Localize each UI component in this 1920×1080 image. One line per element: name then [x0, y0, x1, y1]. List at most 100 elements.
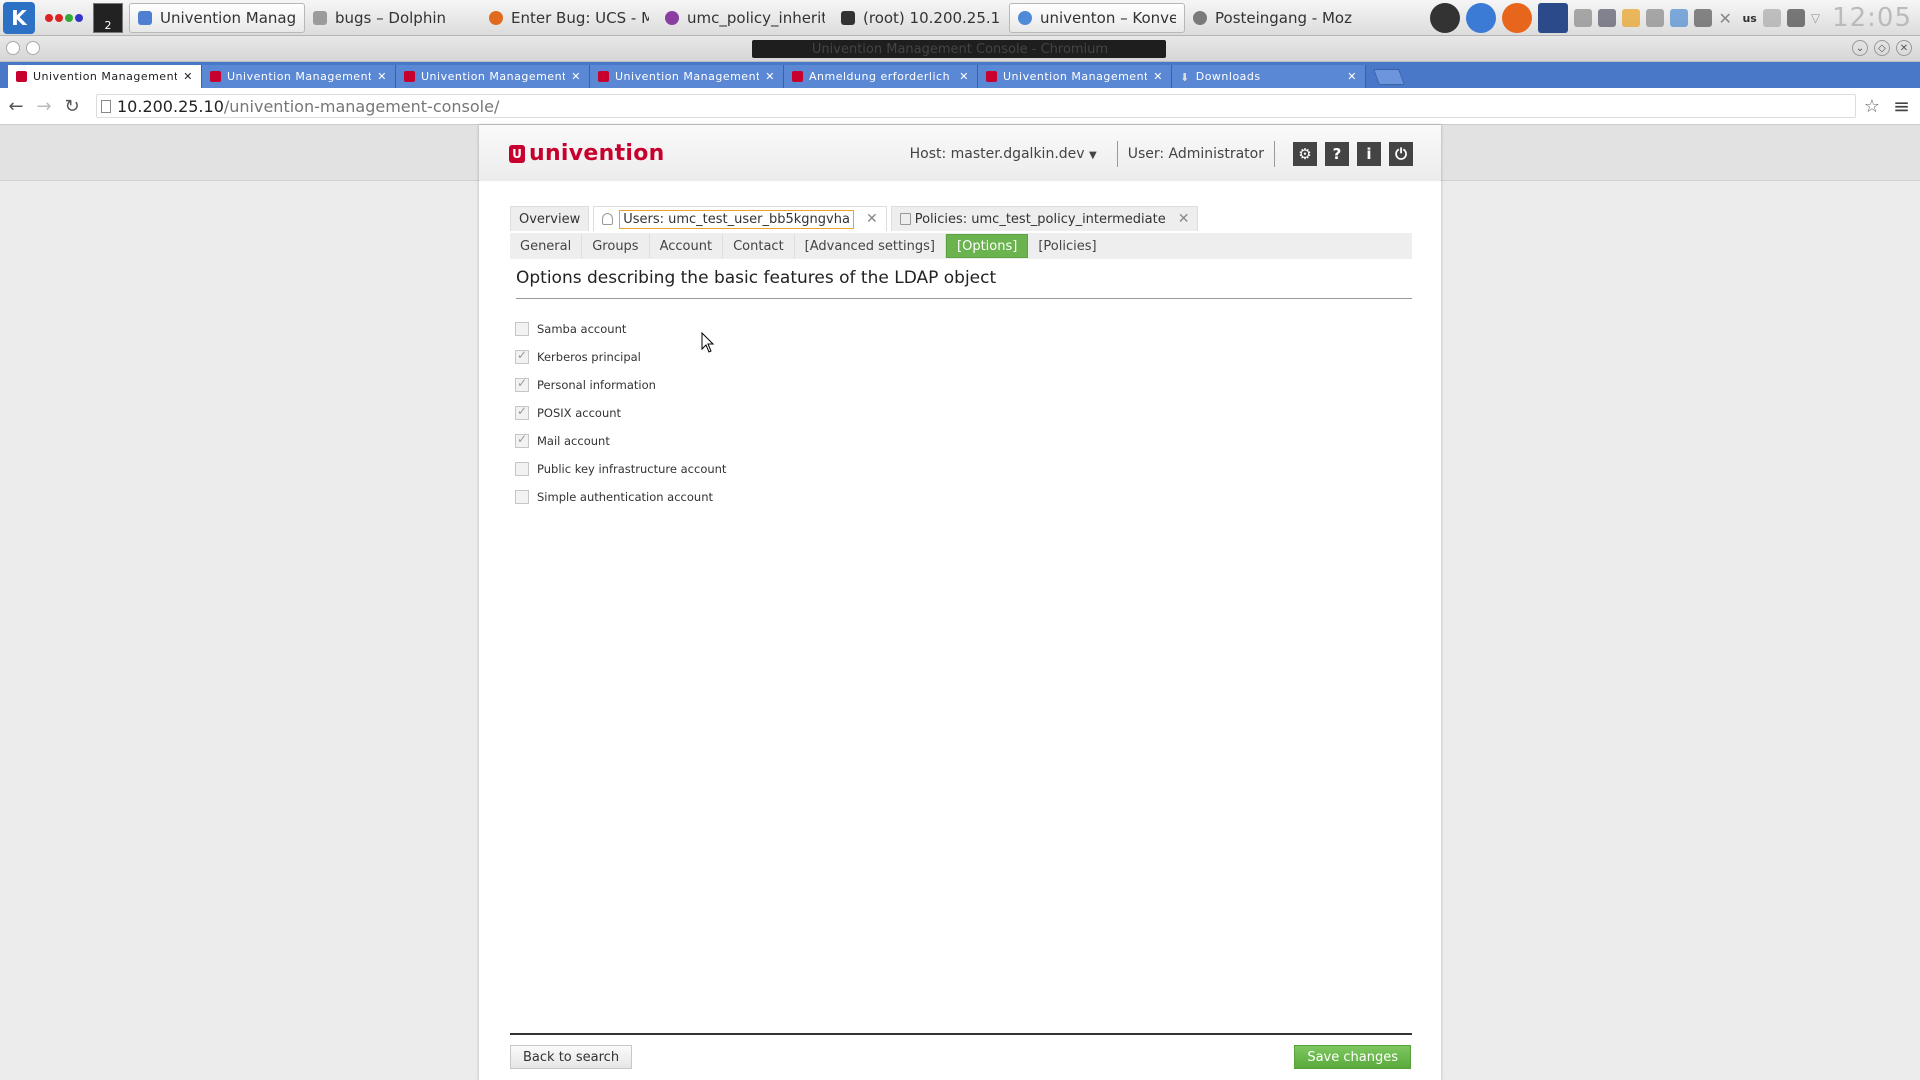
download-icon: ⬇ — [1180, 71, 1190, 84]
task-firefox-bugzilla[interactable]: Enter Bug: UCS - Mc — [481, 3, 657, 33]
task-thunderbird[interactable]: Posteingang - Mozil — [1185, 3, 1361, 33]
help-icon[interactable]: ? — [1325, 142, 1349, 166]
forward-icon[interactable]: → — [32, 96, 56, 117]
checkbox[interactable] — [515, 348, 529, 364]
close-tab-icon[interactable]: ✕ — [1347, 70, 1357, 83]
section-title: Options describing the basic features of… — [516, 268, 1412, 299]
settings-tray-icon[interactable] — [1646, 9, 1665, 27]
checkbox[interactable] — [515, 462, 529, 476]
tab-contact[interactable]: Contact — [723, 234, 795, 258]
reload-icon[interactable]: ↻ — [60, 96, 84, 117]
battery-icon[interactable] — [1786, 9, 1805, 27]
browser-tab[interactable]: Univention Management ✕ — [8, 65, 202, 88]
computer-icon[interactable] — [1694, 9, 1713, 27]
tab-groups[interactable]: Groups — [582, 234, 650, 258]
updates-icon[interactable] — [1622, 9, 1641, 27]
task-editor[interactable]: umc_policy_inherita — [657, 3, 833, 33]
univention-favicon — [986, 71, 997, 82]
browser-tab[interactable]: Univention Management ✕ — [978, 65, 1172, 88]
close-tab-icon[interactable]: ✕ — [377, 70, 387, 83]
task-chromium[interactable]: Univention Manager — [129, 2, 305, 33]
tab-general[interactable]: General — [510, 234, 583, 258]
activities-icon[interactable] — [45, 13, 83, 22]
volume-icon[interactable] — [1762, 9, 1781, 27]
umc-panel: U univention Host: master.dgalkin.dev ▼ … — [479, 125, 1441, 1080]
screen-icon[interactable] — [1538, 3, 1569, 33]
browser-tab[interactable]: Univention Management ✕ — [590, 65, 784, 88]
task-dolphin[interactable]: bugs – Dolphin — [305, 3, 481, 33]
option-posix-account[interactable]: POSIX account — [515, 399, 726, 427]
maximize-icon[interactable]: ◇ — [1874, 40, 1890, 56]
close-tab-icon[interactable]: ✕ — [959, 70, 969, 83]
desktop-pager[interactable]: 2 — [93, 2, 123, 33]
close-icon[interactable]: ✕ — [1178, 211, 1190, 227]
task-terminal[interactable]: (root) 10.200.25.11 – — [833, 3, 1009, 33]
user-sub-tabs: General Groups Account Contact [Advanced… — [510, 233, 1412, 259]
close-tab-icon[interactable]: ✕ — [183, 70, 193, 83]
terminal-icon — [841, 10, 855, 25]
logout-icon[interactable]: ⏻ — [1389, 142, 1413, 166]
close-tab-icon[interactable]: ✕ — [1153, 70, 1163, 83]
option-mail-account[interactable]: Mail account — [515, 427, 726, 455]
gear-icon[interactable]: ⚙ — [1293, 142, 1317, 166]
tab-overview[interactable]: Overview — [510, 206, 590, 231]
tab-label: Groups — [592, 238, 639, 254]
tray-expand-icon[interactable]: ▽ — [1811, 11, 1820, 25]
option-personal-information[interactable]: Personal information — [515, 371, 726, 399]
close-window-icon[interactable]: ✕ — [1896, 40, 1912, 56]
thunderbird-tray-icon[interactable] — [1466, 3, 1497, 33]
checkbox[interactable] — [515, 432, 529, 448]
save-changes-button[interactable]: Save changes — [1294, 1045, 1411, 1069]
close-tab-icon[interactable]: ✕ — [765, 70, 775, 83]
browser-tab[interactable]: Univention Management ✕ — [396, 65, 590, 88]
kde-menu-icon[interactable]: K — [3, 1, 35, 34]
tab-account[interactable]: Account — [650, 234, 724, 258]
info-icon[interactable]: i — [1357, 142, 1381, 166]
back-icon[interactable]: ← — [4, 96, 28, 117]
option-samba-account[interactable]: Samba account — [515, 315, 726, 343]
option-label: Personal information — [537, 378, 656, 392]
checkbox[interactable] — [515, 376, 529, 392]
tab-options[interactable]: [Options] — [946, 234, 1029, 258]
browser-tab-downloads[interactable]: ⬇ Downloads ✕ — [1172, 65, 1366, 88]
editor-icon — [665, 10, 679, 25]
checkbox[interactable] — [515, 322, 529, 336]
new-tab-button[interactable] — [1373, 69, 1405, 85]
task-label: Enter Bug: UCS - Mc — [511, 8, 649, 27]
bookmark-star-icon[interactable]: ☆ — [1864, 96, 1880, 117]
close-icon[interactable]: ✕ — [866, 211, 878, 227]
option-simple-auth-account[interactable]: Simple authentication account — [515, 483, 726, 511]
back-to-search-button[interactable]: Back to search — [510, 1045, 633, 1069]
pidgin-icon[interactable] — [1430, 3, 1461, 33]
close-tab-icon[interactable]: ✕ — [571, 70, 581, 83]
option-pki-account[interactable]: Public key infrastructure account — [515, 455, 726, 483]
url-path: /univention-management-console/ — [223, 96, 500, 116]
option-label: Samba account — [537, 322, 627, 336]
task-konversation[interactable]: univenton – Konver — [1009, 2, 1185, 33]
tab-policies-sub[interactable]: [Policies] — [1028, 234, 1106, 258]
klipper-icon[interactable]: ✕ — [1718, 9, 1736, 28]
globe-icon[interactable] — [1670, 9, 1689, 27]
tab-policies[interactable]: Policies: umc_test_policy_intermediate ✕ — [890, 206, 1199, 231]
system-tray: ✕ us ▽ 12:05 — [1430, 0, 1920, 36]
browser-menu-icon[interactable]: ≡ — [1893, 94, 1910, 118]
mail-icon[interactable] — [1574, 9, 1593, 27]
tab-advanced-settings[interactable]: [Advanced settings] — [795, 234, 947, 258]
minimize-icon[interactable]: ⌄ — [1852, 40, 1868, 56]
checkbox[interactable] — [515, 490, 529, 504]
tab-users[interactable]: Users: umc_test_user_bb5kgngvha ✕ — [593, 206, 887, 231]
task-label: Univention Manager — [160, 8, 296, 27]
network-icon[interactable] — [1598, 9, 1617, 27]
address-bar[interactable]: 10.200.25.10/univention-management-conso… — [96, 94, 1856, 118]
checkbox[interactable] — [515, 404, 529, 420]
clock[interactable]: 12:05 — [1832, 3, 1912, 33]
option-kerberos-principal[interactable]: Kerberos principal — [515, 343, 726, 371]
footer-divider — [510, 1033, 1412, 1035]
host-selector[interactable]: Host: master.dgalkin.dev ▼ — [910, 146, 1097, 162]
task-label: umc_policy_inherita — [687, 8, 825, 27]
browser-tab[interactable]: Univention Management ✕ — [202, 65, 396, 88]
keyboard-layout-indicator[interactable]: us — [1742, 12, 1756, 25]
browser-tab[interactable]: Anmeldung erforderlich ✕ — [784, 65, 978, 88]
tab-label: Contact — [733, 238, 784, 254]
firefox-tray-icon[interactable] — [1502, 3, 1533, 33]
